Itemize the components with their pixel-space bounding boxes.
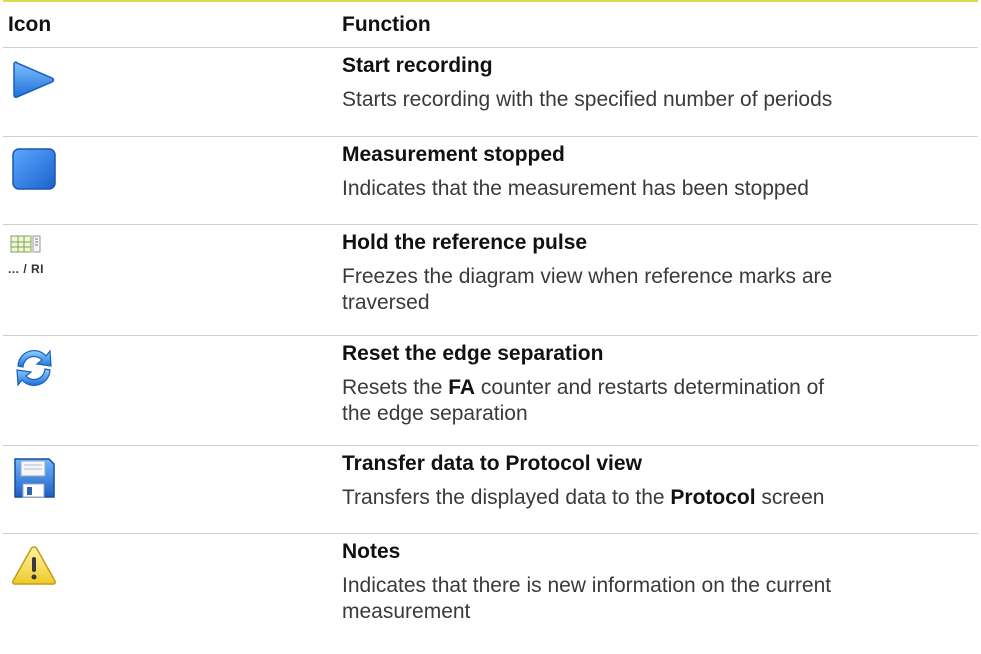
floppy-disk-icon: [14, 458, 55, 498]
row-title: Hold the reference pulse: [342, 231, 588, 254]
table-row: Transfer data to Protocol view Transfers…: [3, 446, 978, 534]
play-icon: [13, 61, 55, 98]
row-description: Resets the FA counter and restarts deter…: [342, 376, 825, 425]
table-row: ... / RI Hold the reference pulse Freeze…: [3, 225, 978, 336]
row-title: Transfer data to Protocol view: [342, 452, 642, 475]
table-row: Reset the edge separation Resets the FA …: [3, 336, 978, 446]
row-title: Notes: [342, 540, 401, 563]
row-description: Freezes the diagram view when reference …: [342, 265, 833, 314]
table-header: Icon Function: [3, 2, 978, 48]
table-row: Notes Indicates that there is new inform…: [3, 534, 978, 644]
row-title: Start recording: [342, 54, 493, 77]
hold-reference-pulse-icon: ... / RI: [8, 235, 60, 279]
icon-function-table: Icon Function Start recording Starts rec…: [3, 0, 978, 644]
warning-icon: [12, 546, 56, 585]
header-function: Function: [342, 12, 431, 36]
row-description: Indicates that the measurement has been …: [342, 177, 809, 200]
row-title: Reset the edge separation: [342, 342, 604, 365]
hold-reference-pulse-icon-label: ... / RI: [8, 262, 45, 276]
table-row: Measurement stopped Indicates that the m…: [3, 137, 978, 225]
row-description: Transfers the displayed data to the Prot…: [342, 486, 825, 509]
refresh-icon: [16, 349, 52, 387]
header-icon: Icon: [8, 12, 52, 36]
row-description: Indicates that there is new information …: [342, 574, 832, 623]
row-description: Starts recording with the specified numb…: [342, 88, 833, 111]
row-title: Measurement stopped: [342, 143, 565, 166]
table-row: Start recording Starts recording with th…: [3, 48, 978, 137]
stop-icon: [12, 148, 56, 190]
